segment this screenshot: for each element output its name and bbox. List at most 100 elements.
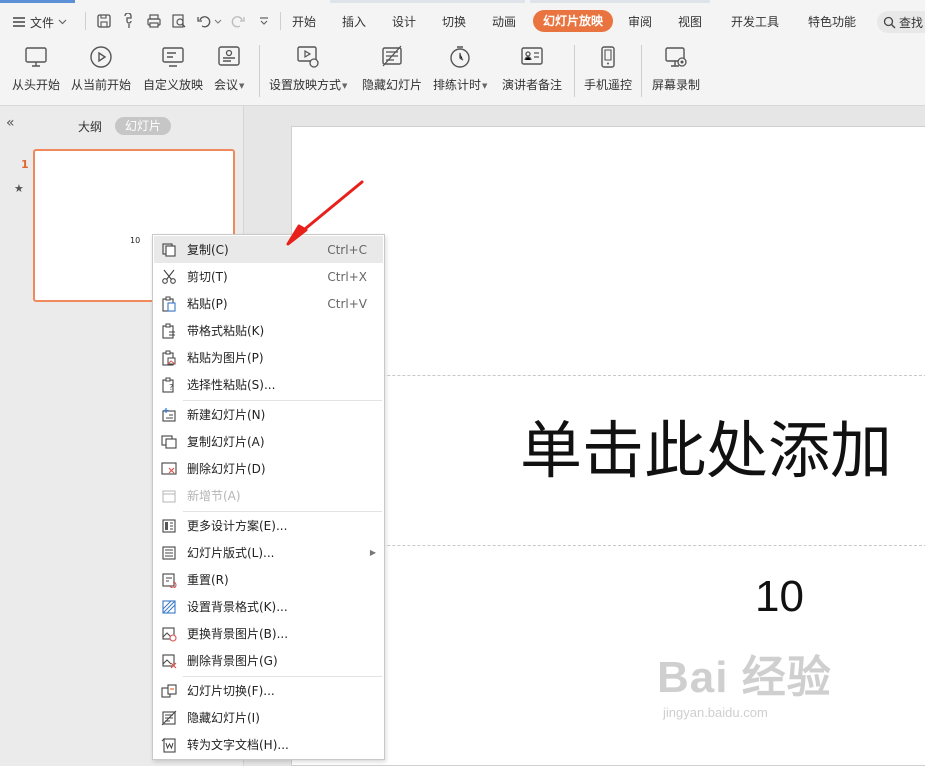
customize-toolbar-icon[interactable] <box>256 13 272 29</box>
duplicate-slide-icon <box>161 434 177 449</box>
file-menu-button[interactable]: 文件 <box>12 13 67 31</box>
ribbon-label: 屏幕录制 <box>652 78 701 92</box>
ribbon-label: 设置放映方式▼ <box>269 78 348 92</box>
menu-item-label: 重置(R) <box>187 573 229 587</box>
menu-item-more-designs[interactable]: 更多设计方案(E)... <box>154 512 383 539</box>
save-icon[interactable] <box>96 13 112 29</box>
ribbon-label: 自定义放映 <box>143 78 204 92</box>
search-icon <box>883 16 896 28</box>
divider <box>259 45 260 97</box>
hide-slide-icon <box>382 45 402 67</box>
tab-outline[interactable]: 大纲 <box>78 118 102 135</box>
tab-special-features[interactable]: 特色功能 <box>808 13 856 30</box>
redo-icon[interactable] <box>230 13 246 29</box>
format-painter-icon[interactable] <box>121 13 137 29</box>
tab-slideshow[interactable]: 幻灯片放映 <box>533 10 614 32</box>
tab-insert[interactable]: 插入 <box>342 13 366 30</box>
phone-remote-button[interactable]: 手机遥控 <box>584 45 632 93</box>
subtitle-text[interactable]: 10 <box>755 572 804 622</box>
tab-review[interactable]: 审阅 <box>628 13 652 30</box>
menu-item-paste-as-picture[interactable]: 粘贴为图片(P) <box>154 344 383 371</box>
custom-show-button[interactable]: 自定义放映 <box>143 45 203 93</box>
menu-item-shortcut: Ctrl+V <box>327 296 367 311</box>
title-placeholder-border <box>292 545 925 546</box>
svg-text:?: ? <box>169 383 173 392</box>
watermark: Bai 经验 jingyan.baidu.com <box>657 641 832 720</box>
menu-item-label: 新增节(A) <box>187 489 241 503</box>
menu-item-cut[interactable]: 剪切(T) Ctrl+X <box>154 263 383 290</box>
menu-item-label: 设置背景格式(K)... <box>187 600 288 614</box>
menu-item-hide-slide[interactable]: 隐藏幻灯片(I) <box>154 704 383 731</box>
meeting-button[interactable]: 会议▼ <box>214 45 244 93</box>
menu-item-label: 剪切(T) <box>187 270 228 284</box>
play-from-current-icon <box>90 46 112 68</box>
menu-item-delete-slide[interactable]: 删除幻灯片(D) <box>154 455 383 482</box>
menu-item-paste-formatted[interactable]: 带格式粘贴(K) <box>154 317 383 344</box>
ribbon-label: 手机遥控 <box>584 78 633 92</box>
menu-item-paste-special[interactable]: ? 选择性粘贴(S)... <box>154 371 383 398</box>
search-box[interactable]: 查找 <box>877 11 925 33</box>
tab-view[interactable]: 视图 <box>678 13 702 30</box>
rehearse-timing-button[interactable]: 排练计时▼ <box>433 45 487 93</box>
menu-item-label: 删除幻灯片(D) <box>187 462 266 476</box>
menu-item-slide-transition[interactable]: 幻灯片切换(F)... <box>154 677 383 704</box>
paste-as-picture-icon <box>162 350 176 366</box>
setup-show-button[interactable]: 设置放映方式▼ <box>269 45 347 93</box>
more-designs-icon <box>162 518 176 533</box>
menu-item-label: 转为文字文档(H)... <box>187 738 289 752</box>
ribbon-label: 从当前开始 <box>71 78 132 92</box>
menu-item-slide-layout[interactable]: 幻灯片版式(L)... ▶ <box>154 539 383 566</box>
phone-remote-icon <box>601 46 615 68</box>
watermark-logo: Bai 经验 <box>657 653 832 702</box>
divider <box>85 12 86 30</box>
screen-record-icon <box>665 47 687 67</box>
menu-item-change-background[interactable]: 更换背景图片(B)... <box>154 620 383 647</box>
menu-bar: 文件 开始 插入 设计 切换 动画 幻灯片放映 审阅 视图 开发工具 特色功能 … <box>0 3 925 39</box>
menu-item-delete-background[interactable]: 删除背景图片(G) <box>154 647 383 674</box>
screen-record-button[interactable]: 屏幕录制 <box>652 45 700 93</box>
ribbon-label: 隐藏幻灯片 <box>362 78 423 92</box>
hamburger-icon <box>13 17 25 27</box>
play-from-current-button[interactable]: 从当前开始 <box>71 45 131 93</box>
play-from-start-button[interactable]: 从头开始 <box>12 45 60 93</box>
setup-show-icon <box>297 46 319 68</box>
delete-background-icon <box>162 653 177 668</box>
collapse-panel-icon[interactable]: « <box>6 115 15 131</box>
menu-item-reset[interactable]: 重置(R) <box>154 566 383 593</box>
hide-slide-button[interactable]: 隐藏幻灯片 <box>362 45 422 93</box>
slide-transition-icon <box>161 683 177 698</box>
reset-icon <box>162 572 177 588</box>
menu-item-label: 粘贴为图片(P) <box>187 351 264 365</box>
undo-icon[interactable] <box>196 13 212 29</box>
divider <box>574 45 575 97</box>
speaker-notes-icon <box>521 47 543 65</box>
print-preview-icon[interactable] <box>171 13 187 29</box>
tab-home[interactable]: 开始 <box>292 13 316 30</box>
menu-item-label: 删除背景图片(G) <box>187 654 278 668</box>
menu-item-convert-to-doc[interactable]: 转为文字文档(H)... <box>154 731 383 758</box>
delete-slide-icon <box>161 461 177 475</box>
tab-slides[interactable]: 幻灯片 <box>115 117 172 135</box>
speaker-notes-button[interactable]: 演讲者备注 <box>502 45 562 93</box>
print-icon[interactable] <box>146 13 162 29</box>
menu-item-label: 隐藏幻灯片(I) <box>187 711 260 725</box>
slide-number: 1 <box>21 158 29 171</box>
tab-transitions[interactable]: 切换 <box>442 13 466 30</box>
ribbon-label: 排练计时▼ <box>433 78 488 92</box>
undo-dropdown-icon[interactable] <box>214 13 222 29</box>
tab-developer[interactable]: 开发工具 <box>731 13 779 30</box>
tab-animations[interactable]: 动画 <box>492 13 516 30</box>
ribbon-label: 演讲者备注 <box>502 78 563 92</box>
title-placeholder[interactable]: 单击此处添加 <box>520 400 892 490</box>
menu-item-duplicate-slide[interactable]: 复制幻灯片(A) <box>154 428 383 455</box>
context-menu: 复制(C) Ctrl+C 剪切(T) Ctrl+X 粘贴(P) Ctrl+V 带… <box>152 234 385 760</box>
menu-item-label: 复制幻灯片(A) <box>187 435 265 449</box>
menu-item-background-format[interactable]: 设置背景格式(K)... <box>154 593 383 620</box>
tab-design[interactable]: 设计 <box>392 13 416 30</box>
menu-item-paste[interactable]: 粘贴(P) Ctrl+V <box>154 290 383 317</box>
new-slide-icon <box>162 407 176 422</box>
chevron-down-icon <box>58 19 67 25</box>
menu-item-new-slide[interactable]: 新建幻灯片(N) <box>154 401 383 428</box>
menu-item-label: 复制(C) <box>187 243 229 257</box>
slideshow-ribbon: 从头开始 从当前开始 自定义放映 会议▼ 设置放映方式▼ 隐藏幻灯片 排练计时▼… <box>0 39 925 106</box>
